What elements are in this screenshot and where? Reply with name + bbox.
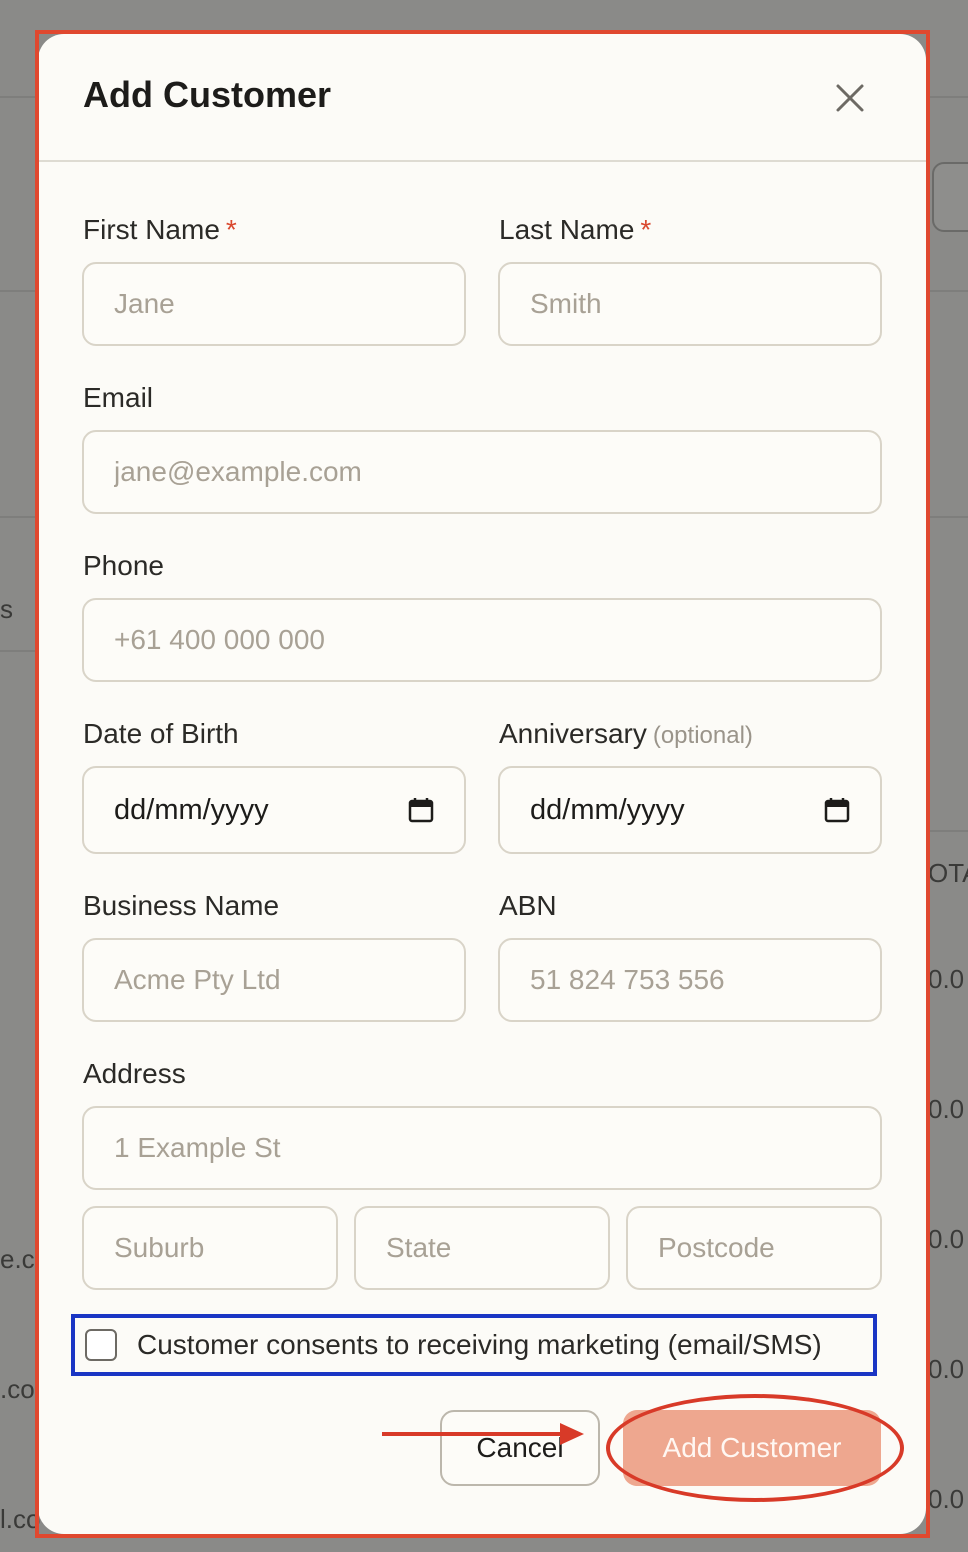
phone-label: Phone [83,550,164,581]
dialog-title: Add Customer [83,74,332,115]
last-name-label-text: Last Name [499,214,635,245]
anniversary-input[interactable]: dd/mm/yyyy [498,766,882,854]
calendar-icon[interactable] [408,797,434,823]
background-divider [930,290,968,292]
anniversary-value: dd/mm/yyyy [530,793,685,826]
background-button [932,162,968,232]
background-text: OTA [928,858,968,888]
phone-input[interactable] [82,598,882,682]
add-customer-button[interactable]: Add Customer [623,1410,881,1486]
background-divider [930,830,968,832]
background-divider [930,96,968,98]
background-text: 0.0 [928,1094,965,1124]
suburb-input[interactable] [82,1206,338,1290]
cancel-button[interactable]: Cancel [440,1410,600,1486]
anniversary-label-text: Anniversary [499,718,647,749]
marketing-consent-checkbox[interactable] [85,1329,117,1361]
first-name-label-text: First Name [83,214,220,245]
background-text: s [0,594,13,624]
abn-label: ABN [499,890,557,921]
background-text: 0.0 [928,964,965,994]
add-customer-dialog: Add Customer First Name* Last Name* Emai… [38,34,926,1534]
business-name-input[interactable] [82,938,466,1022]
optional-hint: (optional) [652,722,753,749]
dob-value: dd/mm/yyyy [114,793,269,826]
dob-label: Date of Birth [83,718,239,749]
close-button[interactable] [828,76,872,120]
postcode-input[interactable] [626,1206,882,1290]
background-divider [0,96,36,98]
background-text: 0.0 [928,1354,965,1384]
address-label: Address [83,1058,186,1089]
first-name-label: First Name * [83,214,237,246]
business-name-label: Business Name [83,890,280,921]
address-input[interactable] [82,1106,882,1190]
calendar-icon[interactable] [824,797,850,823]
last-name-input[interactable] [498,262,882,346]
marketing-consent-label: Customer consents to receiving marketing… [137,1329,822,1360]
background-text: .co [0,1374,35,1404]
background-text: 0.0 [928,1484,965,1514]
dialog-header: Add Customer [38,34,926,162]
state-input[interactable] [354,1206,610,1290]
abn-input[interactable] [498,938,882,1022]
background-divider [0,290,36,292]
background-text: 0.0 [928,1224,965,1254]
email-input[interactable] [82,430,882,514]
anniversary-label: Anniversary (optional) [499,718,753,750]
background-divider [0,516,36,518]
first-name-input[interactable] [82,262,466,346]
required-marker: * [225,214,237,245]
close-icon [836,84,864,112]
required-marker: * [640,214,652,245]
email-label: Email [83,382,154,413]
marketing-consent-row[interactable]: Customer consents to receiving marketing… [71,1314,877,1376]
background-divider [930,516,968,518]
background-text: l.co [0,1504,41,1534]
dob-input[interactable]: dd/mm/yyyy [82,766,466,854]
last-name-label: Last Name * [499,214,651,246]
background-divider [0,650,36,652]
